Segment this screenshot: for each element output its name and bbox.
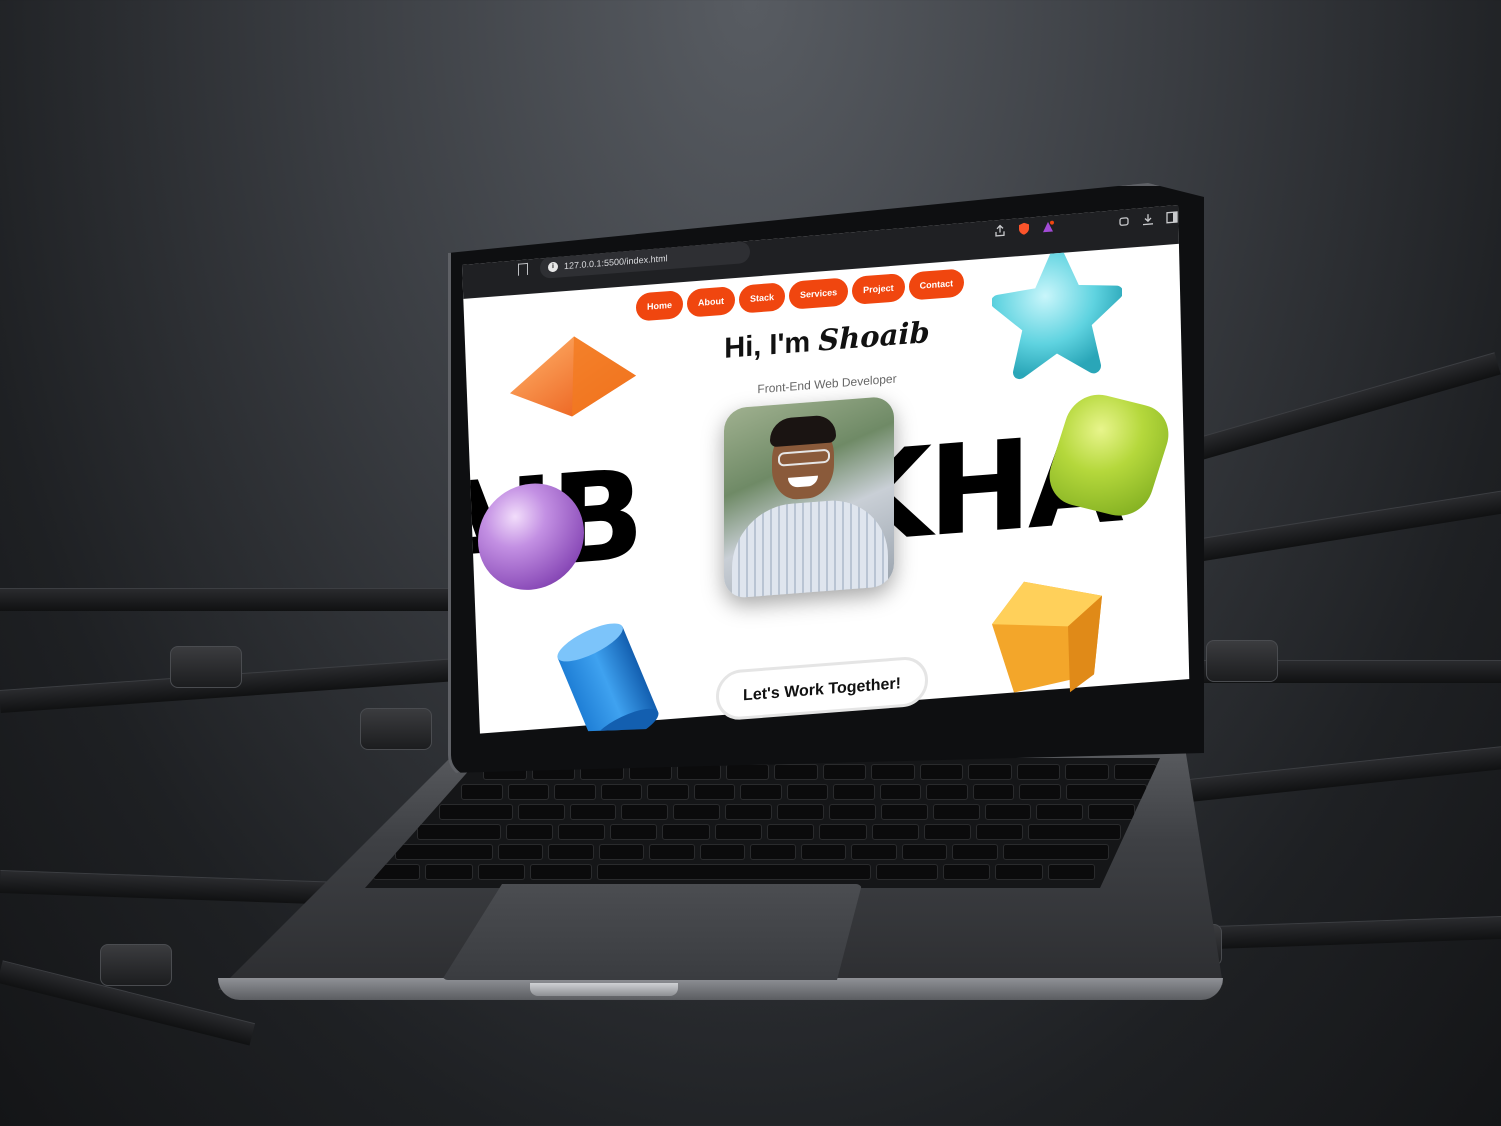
strap-buckle-2 bbox=[360, 708, 432, 750]
brave-shield-icon[interactable] bbox=[1018, 221, 1030, 235]
nav-about[interactable]: About bbox=[687, 285, 736, 318]
nav-project[interactable]: Project bbox=[852, 272, 905, 305]
strap-4 bbox=[1186, 352, 1501, 463]
info-icon[interactable]: i bbox=[548, 261, 558, 273]
download-icon[interactable] bbox=[1142, 212, 1154, 226]
nav-contact[interactable]: Contact bbox=[908, 268, 965, 301]
laptop-keyboard bbox=[365, 758, 1160, 888]
strap-buckle-1 bbox=[170, 646, 242, 688]
laptop-front-edge bbox=[218, 978, 1223, 1000]
nav-stack[interactable]: Stack bbox=[739, 282, 786, 314]
laptop-lid-notch bbox=[530, 983, 678, 996]
strap-7 bbox=[1178, 745, 1501, 803]
portfolio-page: AIB KHA bbox=[462, 243, 1190, 735]
brave-rewards-icon[interactable] bbox=[1042, 219, 1054, 233]
strap-buckle-5 bbox=[100, 944, 172, 986]
blue-cylinder-shape bbox=[557, 623, 659, 735]
sidebar-icon[interactable] bbox=[1166, 210, 1178, 224]
bookmark-icon[interactable] bbox=[518, 262, 528, 276]
hero-greeting: Hi, I'm bbox=[724, 326, 811, 365]
address-bar-url: 127.0.0.1:5500/index.html bbox=[564, 253, 668, 272]
nav-home[interactable]: Home bbox=[636, 289, 684, 322]
yellow-cube-shape bbox=[992, 581, 1102, 693]
extensions-icon[interactable] bbox=[1118, 214, 1130, 227]
share-icon[interactable] bbox=[994, 223, 1006, 237]
laptop-trackpad bbox=[442, 884, 862, 980]
strap-5 bbox=[1188, 490, 1501, 563]
work-together-button[interactable]: Let's Work Together! bbox=[716, 655, 928, 722]
strap-1 bbox=[0, 588, 470, 611]
laptop-screen: i 127.0.0.1:5500/index.html AIB KHA bbox=[462, 205, 1190, 735]
profile-photo bbox=[724, 395, 894, 599]
hero-name: Shoaib bbox=[818, 315, 930, 358]
nav-services[interactable]: Services bbox=[789, 277, 849, 310]
strap-buckle-3 bbox=[1206, 640, 1278, 682]
